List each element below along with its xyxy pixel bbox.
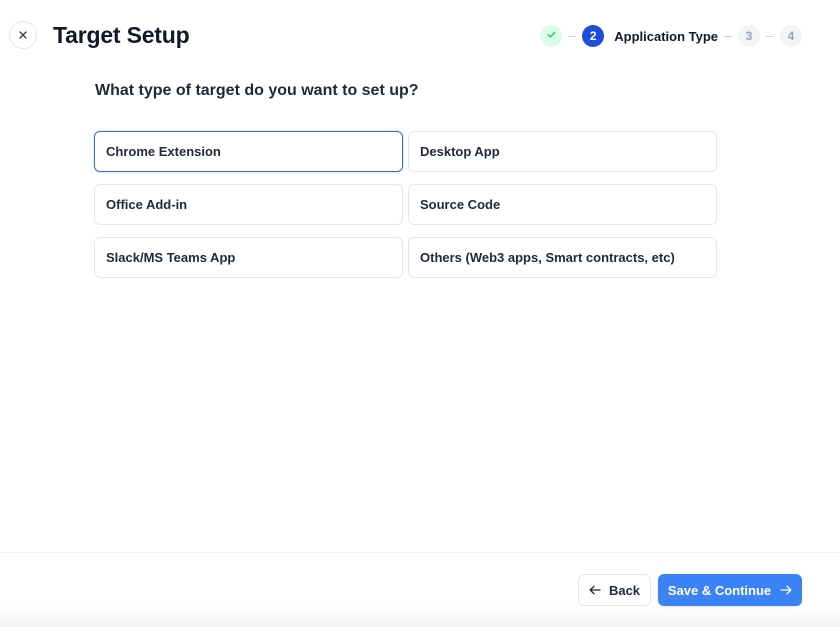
back-button[interactable]: Back bbox=[578, 574, 651, 606]
close-button[interactable] bbox=[9, 21, 37, 49]
option-desktop-app[interactable]: Desktop App bbox=[408, 131, 717, 172]
save-button-label: Save & Continue bbox=[667, 582, 772, 598]
step-separator bbox=[568, 35, 577, 37]
arrow-right-icon bbox=[780, 585, 792, 595]
progress-stepper: 2 Application Type 3 4 bbox=[540, 25, 802, 47]
back-button-label: Back bbox=[608, 582, 641, 598]
header: Target Setup 2 Application Type 3 4 bbox=[0, 0, 840, 70]
step-4-pending: 4 bbox=[780, 25, 802, 47]
step-3-pending: 3 bbox=[738, 25, 760, 47]
check-icon bbox=[546, 29, 557, 43]
option-source-code[interactable]: Source Code bbox=[408, 184, 717, 225]
target-type-question: What type of target do you want to set u… bbox=[95, 82, 419, 99]
step-2-active: 2 bbox=[582, 25, 605, 47]
step-2-label: Application Type bbox=[614, 28, 718, 44]
arrow-left-icon bbox=[589, 585, 601, 595]
option-office-add-in[interactable]: Office Add-in bbox=[94, 184, 403, 225]
close-icon bbox=[18, 30, 28, 40]
page-title: Target Setup bbox=[53, 22, 190, 48]
step-1-completed bbox=[540, 25, 563, 47]
option-slack-ms-teams-app[interactable]: Slack/MS Teams App bbox=[94, 237, 403, 278]
option-others[interactable]: Others (Web3 apps, Smart contracts, etc) bbox=[408, 237, 717, 278]
footer: Back Save & Continue bbox=[0, 552, 840, 627]
step-separator bbox=[766, 35, 774, 37]
option-chrome-extension[interactable]: Chrome Extension bbox=[94, 131, 403, 172]
step-separator bbox=[724, 35, 732, 37]
target-type-options: Chrome Extension Desktop App Office Add-… bbox=[94, 131, 717, 278]
save-continue-button[interactable]: Save & Continue bbox=[658, 574, 802, 606]
